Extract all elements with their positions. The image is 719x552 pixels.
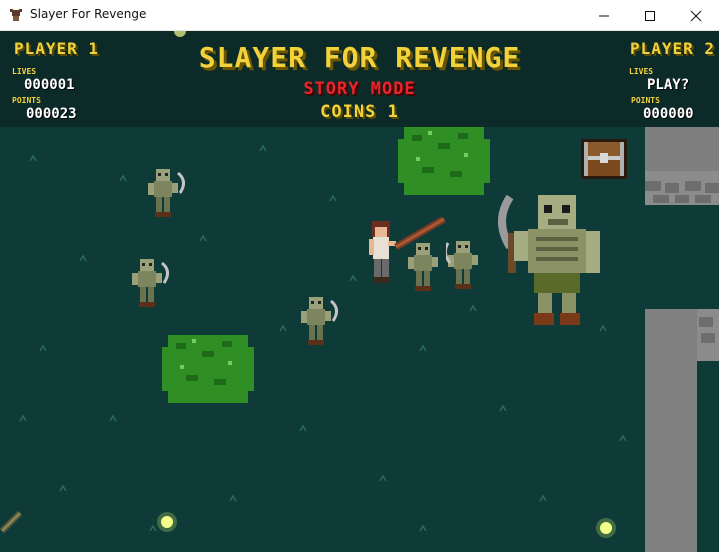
game-viewport[interactable]: PLAYER 1 LIVES 000001 POINTS 000023 SLAY… [0,31,719,552]
skeleton-enemy-2[interactable] [130,257,174,309]
glowing-orb-left[interactable] [156,511,178,533]
game-mode: STORY MODE [303,79,416,99]
treasure-chest-icon[interactable] [581,139,627,179]
stone-wall-bricks [645,171,719,205]
skeleton-enemy-3[interactable] [299,295,343,347]
skeleton-enemy-5[interactable] [446,239,490,291]
minimize-icon [599,15,609,16]
skeleton-boss[interactable] [492,193,610,327]
player2-title: PLAYER 2 [630,39,716,58]
maximize-button[interactable] [627,0,673,31]
player2-lives-value: PLAY? [647,77,690,93]
bush-bottom [162,335,254,403]
title-bar[interactable]: Slayer For Revenge [0,0,719,31]
helmet-icon [10,9,22,21]
skeleton-enemy-1[interactable] [146,167,190,219]
coins-display: COINS 1 [0,102,719,122]
minimize-button[interactable] [581,0,627,31]
glowing-orb-right[interactable] [595,517,617,539]
coins-value: 1 [387,102,399,122]
player-hero[interactable] [366,217,448,289]
player2-lives-label: LIVES [629,67,654,76]
hud-bar: PLAYER 1 LIVES 000001 POINTS 000023 SLAY… [0,31,719,127]
player2-points-value: 000000 [643,106,694,122]
bush-top [398,127,490,195]
stone-wall-lower [645,309,697,552]
player2-points-label: POINTS [631,96,660,105]
maximize-icon [645,10,655,21]
coins-label: COINS [320,102,377,122]
stone-wall-lower-bricks [697,309,719,361]
dropped-weapon-icon[interactable] [0,507,24,535]
game-title: SLAYER FOR REVENGE [198,41,521,74]
game-window: Slayer For Revenge PLAYER 1 LIVES 000001… [0,0,719,552]
close-icon [690,10,702,21]
close-button[interactable] [673,0,719,31]
window-title: Slayer For Revenge [30,7,147,21]
glowing-orb-top [174,31,186,37]
